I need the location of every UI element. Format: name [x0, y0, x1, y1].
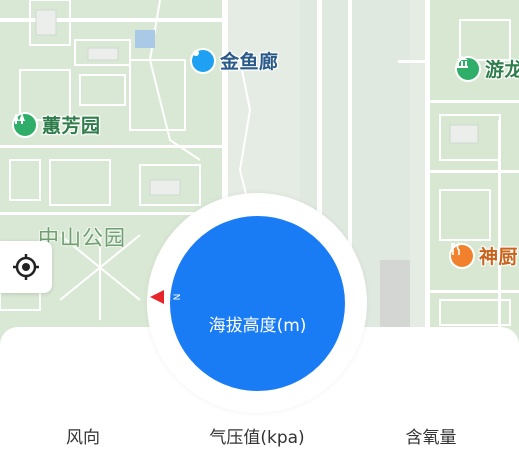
locate-button[interactable]: [0, 241, 52, 293]
museum-icon: [455, 55, 481, 82]
crosshair-icon: [13, 254, 39, 280]
tab-pressure[interactable]: 气压值(kpa): [209, 423, 304, 448]
poi-youlong[interactable]: 游龙: [455, 55, 519, 82]
poi-shenchu[interactable]: 神厨: [449, 242, 518, 269]
tab-wind-direction[interactable]: 风向: [66, 423, 100, 448]
north-marker-icon: [150, 290, 164, 304]
poi-label: 游龙: [485, 59, 519, 81]
poi-label: 神厨: [479, 246, 519, 268]
metric-tabs: 风向 气压值(kpa) 含氧量: [0, 423, 519, 448]
poi-label: 金鱼廊: [220, 51, 279, 73]
park-icon: [12, 111, 38, 138]
restaurant-icon: [449, 242, 475, 269]
altitude-label: 海拔高度(m): [208, 316, 307, 336]
poi-huifangyuan[interactable]: 蕙芳园: [12, 111, 101, 138]
tab-oxygen[interactable]: 含氧量: [406, 423, 457, 448]
poi-jinyulang[interactable]: 金鱼廊: [190, 47, 279, 74]
north-letter: N: [170, 293, 181, 301]
location-pin-icon: [190, 47, 216, 74]
poi-label: 蕙芳园: [42, 115, 101, 137]
altitude-dial[interactable]: 海拔高度(m): [170, 216, 345, 391]
